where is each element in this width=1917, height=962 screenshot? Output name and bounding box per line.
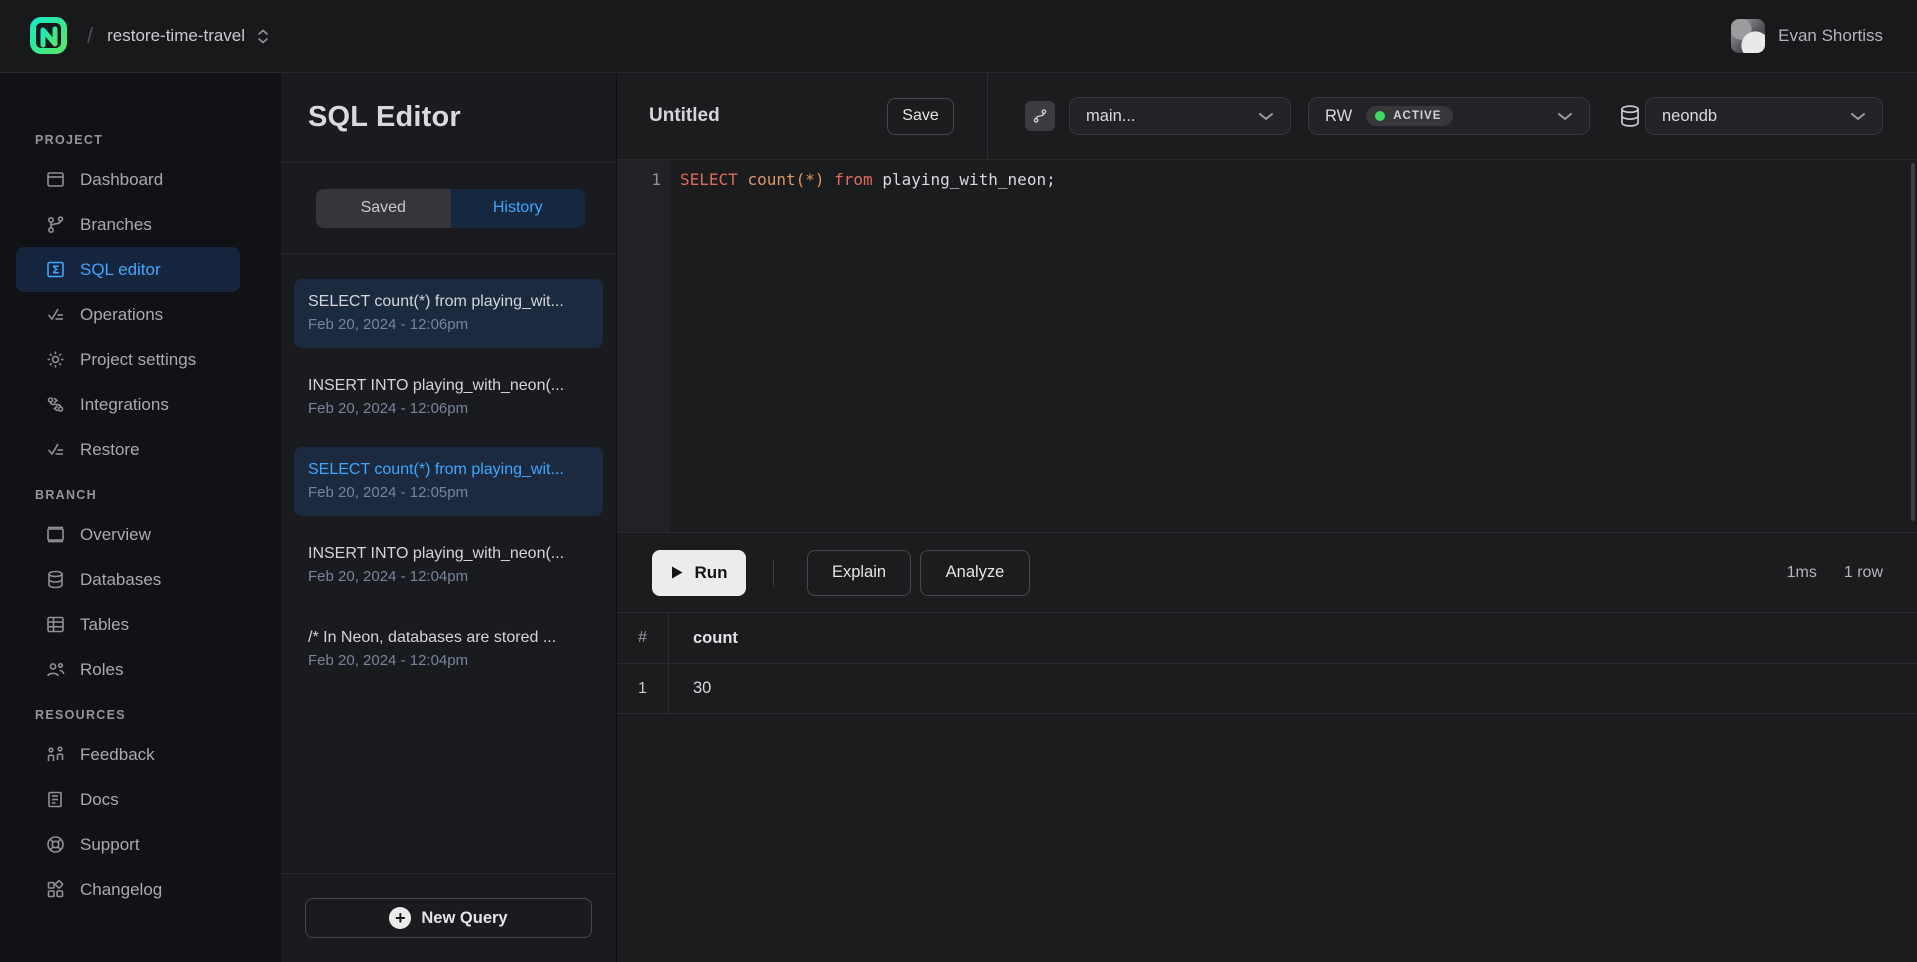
results-table: # count 1 30 <box>617 612 1917 714</box>
status-dot <box>1375 111 1385 121</box>
tab-history[interactable]: History <box>451 189 586 228</box>
sidebar-item-operations[interactable]: Operations <box>16 292 240 337</box>
roles-icon <box>45 659 66 680</box>
restore-icon <box>45 439 66 460</box>
query-toolbar: Run Explain Analyze 1ms 1 row <box>617 532 1917 612</box>
line-number-gutter: 1 <box>617 160 670 532</box>
sidebar: PROJECT Dashboard Branches Σ SQL editor <box>0 73 281 962</box>
compute-select[interactable]: RW ACTIVE <box>1308 97 1590 135</box>
tables-icon <box>45 614 66 635</box>
branch-select[interactable]: main... <box>1069 97 1291 135</box>
code-line[interactable]: SELECT count(*) from playing_with_neon; <box>670 160 1917 532</box>
tab-saved[interactable]: Saved <box>316 189 451 228</box>
database-icon <box>1617 103 1643 129</box>
page-title: SQL Editor <box>308 101 461 134</box>
chevron-down-icon <box>1258 112 1274 121</box>
sidebar-item-integrations[interactable]: Integrations <box>16 382 240 427</box>
row-index-cell: 1 <box>617 664 669 713</box>
analyze-button[interactable]: Analyze <box>920 550 1030 596</box>
svg-text:Σ: Σ <box>52 264 60 277</box>
overview-icon <box>45 524 66 545</box>
query-row-count: 1 row <box>1844 564 1883 582</box>
branch-icon <box>1031 107 1049 125</box>
run-button[interactable]: Run <box>652 550 746 596</box>
operations-icon <box>45 304 66 325</box>
plus-icon: + <box>389 907 411 929</box>
integrations-icon <box>45 394 66 415</box>
sidebar-item-restore[interactable]: Restore <box>16 427 240 472</box>
history-list: SELECT count(*) from playing_wit... Feb … <box>281 254 616 873</box>
sidebar-item-support[interactable]: Support <box>16 822 240 867</box>
explain-button[interactable]: Explain <box>807 550 911 596</box>
sql-editor-icon: Σ <box>45 259 66 280</box>
gear-icon <box>45 349 66 370</box>
code-editor[interactable]: 1 SELECT count(*) from playing_with_neon… <box>617 160 1917 532</box>
sidebar-item-changelog[interactable]: Changelog <box>16 867 240 912</box>
sidebar-item-dashboard[interactable]: Dashboard <box>16 157 240 202</box>
line-number: 1 <box>617 167 661 193</box>
database-select[interactable]: neondb <box>1645 97 1883 135</box>
sidebar-item-branches[interactable]: Branches <box>16 202 240 247</box>
sidebar-item-databases[interactable]: Databases <box>16 557 240 602</box>
branch-chip[interactable] <box>1025 101 1055 131</box>
query-title[interactable]: Untitled <box>649 105 720 127</box>
sidebar-section-project: PROJECT <box>0 133 281 147</box>
support-icon <box>45 834 66 855</box>
query-duration: 1ms <box>1787 564 1817 582</box>
history-item[interactable]: INSERT INTO playing_with_neon(... Feb 20… <box>294 531 603 600</box>
sql-editor-panel: SQL Editor Saved History SELECT count(*)… <box>281 73 617 962</box>
sidebar-item-project-settings[interactable]: Project settings <box>16 337 240 382</box>
new-query-button[interactable]: + New Query <box>305 898 592 938</box>
breadcrumb[interactable]: restore-time-travel <box>107 26 245 46</box>
sidebar-item-tables[interactable]: Tables <box>16 602 240 647</box>
dashboard-icon <box>45 169 66 190</box>
sidebar-section-resources: RESOURCES <box>0 708 281 722</box>
breadcrumb-separator: / <box>87 23 93 49</box>
sidebar-item-docs[interactable]: Docs <box>16 777 240 822</box>
status-badge: ACTIVE <box>1366 106 1453 126</box>
sidebar-item-feedback[interactable]: Feedback <box>16 732 240 777</box>
sidebar-section-branch: BRANCH <box>0 488 281 502</box>
row-value-cell: 30 <box>669 664 1917 713</box>
databases-icon <box>45 569 66 590</box>
sidebar-item-roles[interactable]: Roles <box>16 647 240 692</box>
saved-history-toggle: Saved History <box>316 189 585 228</box>
changelog-icon <box>45 879 66 900</box>
results-header-row: # count <box>617 612 1917 664</box>
results-index-header: # <box>617 613 669 663</box>
project-switcher-icon[interactable] <box>257 29 269 44</box>
neon-logo-icon[interactable] <box>29 16 69 56</box>
editor-scrollbar[interactable] <box>1911 163 1915 521</box>
chevron-down-icon <box>1557 112 1573 121</box>
history-item[interactable]: /* In Neon, databases are stored ... Feb… <box>294 615 603 684</box>
table-row: 1 30 <box>617 664 1917 714</box>
feedback-icon <box>45 744 66 765</box>
history-item[interactable]: SELECT count(*) from playing_wit... Feb … <box>294 279 603 348</box>
play-icon <box>670 565 684 580</box>
branches-icon <box>45 214 66 235</box>
save-button[interactable]: Save <box>887 98 954 135</box>
user-name[interactable]: Evan Shortiss <box>1778 26 1883 46</box>
results-column-header: count <box>669 613 1917 663</box>
history-item-selected[interactable]: SELECT count(*) from playing_wit... Feb … <box>294 447 603 516</box>
sidebar-item-sql-editor[interactable]: Σ SQL editor <box>16 247 240 292</box>
docs-icon <box>45 789 66 810</box>
history-item[interactable]: INSERT INTO playing_with_neon(... Feb 20… <box>294 363 603 432</box>
main-area: Untitled Save main... RW ACTIVE <box>617 73 1917 962</box>
top-bar: / restore-time-travel Evan Shortiss <box>0 0 1917 73</box>
sidebar-item-overview[interactable]: Overview <box>16 512 240 557</box>
user-avatar[interactable] <box>1731 19 1765 53</box>
chevron-down-icon <box>1850 112 1866 121</box>
toolbar-divider <box>773 560 774 586</box>
